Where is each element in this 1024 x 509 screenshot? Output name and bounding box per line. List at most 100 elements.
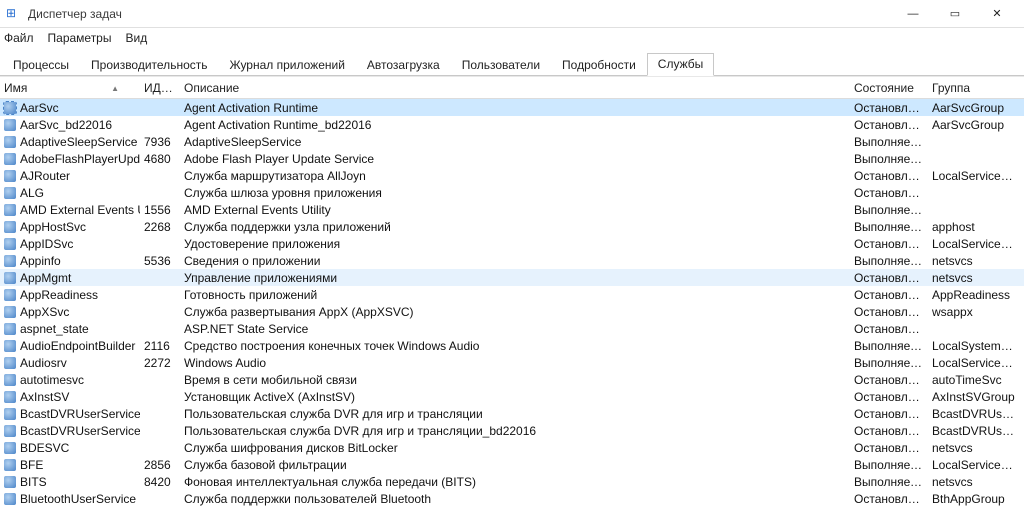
table-row[interactable]: AppHostSvc2268Служба поддержки узла прил… [0, 218, 1024, 235]
table-row[interactable]: Appinfo5536Сведения о приложенииВыполняе… [0, 252, 1024, 269]
cell-name: BITS [0, 475, 140, 489]
window-title: Диспетчер задач [28, 7, 892, 21]
service-name: AxInstSV [20, 390, 69, 404]
minimize-button[interactable]: — [892, 0, 934, 28]
cell-pid: 4680 [140, 152, 180, 166]
cell-description: AMD External Events Utility [180, 203, 850, 217]
table-row[interactable]: AppXSvcСлужба развертывания AppX (AppXSV… [0, 303, 1024, 320]
table-row[interactable]: AppIDSvcУдостоверение приложенияОстановл… [0, 235, 1024, 252]
table-row[interactable]: AppMgmtУправление приложениямиОстановлен… [0, 269, 1024, 286]
cell-description: Служба маршрутизатора AllJoyn [180, 169, 850, 183]
table-row[interactable]: BDESVCСлужба шифрования дисков BitLocker… [0, 439, 1024, 456]
cell-group: BcastDVRUser... [928, 424, 1024, 438]
cell-state: Остановлено [850, 169, 928, 183]
cell-name: aspnet_state [0, 322, 140, 336]
tab-производительность[interactable]: Производительность [80, 54, 218, 76]
tab-пользователи[interactable]: Пользователи [451, 54, 551, 76]
cell-pid: 1556 [140, 203, 180, 217]
table-row[interactable]: BITS8420Фоновая интеллектуальная служба … [0, 473, 1024, 490]
cell-state: Остановлено [850, 305, 928, 319]
service-name: AppReadiness [20, 288, 98, 302]
service-icon [4, 408, 16, 420]
service-icon [4, 221, 16, 233]
cell-group: LocalSystemN... [928, 339, 1024, 353]
service-name: AdobeFlashPlayerUpdateSvc [20, 152, 140, 166]
cell-description: Служба базовой фильтрации [180, 458, 850, 472]
close-button[interactable]: ✕ [976, 0, 1018, 28]
cell-state: Выполняется [850, 220, 928, 234]
cell-group: LocalServiceNe... [928, 237, 1024, 251]
service-icon [4, 425, 16, 437]
service-icon [4, 357, 16, 369]
cell-description: Agent Activation Runtime [180, 101, 850, 115]
table-row[interactable]: ALGСлужба шлюза уровня приложенияОстанов… [0, 184, 1024, 201]
table-row[interactable]: autotimesvcВремя в сети мобильной связиО… [0, 371, 1024, 388]
service-icon [4, 136, 16, 148]
cell-name: BcastDVRUserService [0, 407, 140, 421]
app-icon: ⊞ [6, 6, 22, 22]
table-row[interactable]: BcastDVRUserService_bd22...Пользовательс… [0, 422, 1024, 439]
table-row[interactable]: AdaptiveSleepService7936AdaptiveSleepSer… [0, 133, 1024, 150]
menu-view[interactable]: Вид [125, 31, 147, 45]
tab-автозагрузка[interactable]: Автозагрузка [356, 54, 451, 76]
cell-description: Agent Activation Runtime_bd22016 [180, 118, 850, 132]
tab-службы[interactable]: Службы [647, 53, 714, 76]
table-body[interactable]: AarSvc Agent Activation Runtime Остановлен… [0, 99, 1024, 509]
cell-name: BFE [0, 458, 140, 472]
cell-state: Выполняется [850, 458, 928, 472]
cell-group: AarSvcGroup [928, 101, 1024, 115]
table-row[interactable]: AudioEndpointBuilder2116Средство построе… [0, 337, 1024, 354]
cell-pid: 7936 [140, 135, 180, 149]
tab-журнал приложений[interactable]: Журнал приложений [219, 54, 356, 76]
cell-state: Выполняется [850, 254, 928, 268]
service-name: AarSvc [20, 101, 59, 115]
table-row[interactable]: AMD External Events Utility1556AMD Exter… [0, 201, 1024, 218]
column-pid[interactable]: ИД п... [140, 81, 180, 95]
cell-description: AdaptiveSleepService [180, 135, 850, 149]
service-icon [4, 340, 16, 352]
column-description[interactable]: Описание [180, 81, 850, 95]
table-row[interactable]: AarSvcAgent Activation RuntimeОстановлен… [0, 99, 1024, 116]
column-group[interactable]: Группа [928, 81, 1024, 95]
table-row[interactable]: BFE2856Служба базовой фильтрацииВыполняе… [0, 456, 1024, 473]
column-name[interactable]: Имя ▲ [0, 81, 140, 95]
table-row[interactable]: Audiosrv2272Windows AudioВыполняетсяLoca… [0, 354, 1024, 371]
column-state[interactable]: Состояние [850, 81, 928, 95]
table-row[interactable]: BluetoothUserServiceСлужба поддержки пол… [0, 490, 1024, 507]
tab-подробности[interactable]: Подробности [551, 54, 647, 76]
cell-state: Остановлено [850, 186, 928, 200]
cell-state: Остановлено [850, 441, 928, 455]
service-icon [4, 476, 16, 488]
table-row[interactable]: AxInstSVУстановщик ActiveX (AxInstSV)Ост… [0, 388, 1024, 405]
cell-description: Служба развертывания AppX (AppXSVC) [180, 305, 850, 319]
cell-state: Остановлено [850, 390, 928, 404]
menu-file[interactable]: Файл [4, 31, 34, 45]
service-name: AppMgmt [20, 271, 71, 285]
cell-description: Служба поддержки пользователей Bluetooth [180, 492, 850, 506]
service-icon [4, 170, 16, 182]
cell-group: apphost [928, 220, 1024, 234]
table-row[interactable]: AJRouterСлужба маршрутизатора AllJoynОст… [0, 167, 1024, 184]
table-row[interactable]: AppReadinessГотовность приложенийОстанов… [0, 286, 1024, 303]
table-row[interactable]: AdobeFlashPlayerUpdateSvc4680Adobe Flash… [0, 150, 1024, 167]
table-row[interactable]: aspnet_stateASP.NET State ServiceОстанов… [0, 320, 1024, 337]
service-name: AppHostSvc [20, 220, 86, 234]
tab-процессы[interactable]: Процессы [2, 54, 80, 76]
cell-name: BDESVC [0, 441, 140, 455]
title-bar: ⊞ Диспетчер задач — ▭ ✕ [0, 0, 1024, 28]
cell-name: BcastDVRUserService_bd22... [0, 424, 140, 438]
cell-name: autotimesvc [0, 373, 140, 387]
cell-description: Управление приложениями [180, 271, 850, 285]
maximize-button[interactable]: ▭ [934, 0, 976, 28]
service-icon [4, 255, 16, 267]
menu-options[interactable]: Параметры [48, 31, 112, 45]
cell-group: netsvcs [928, 254, 1024, 268]
cell-state: Выполняется [850, 339, 928, 353]
table-row[interactable]: AarSvc_bd22016Agent Activation Runtime_b… [0, 116, 1024, 133]
table-row[interactable]: BcastDVRUserServiceПользовательская служ… [0, 405, 1024, 422]
service-icon [4, 374, 16, 386]
cell-description: Служба шлюза уровня приложения [180, 186, 850, 200]
cell-description: Средство построения конечных точек Windo… [180, 339, 850, 353]
cell-pid: 2272 [140, 356, 180, 370]
service-name: AdaptiveSleepService [20, 135, 137, 149]
